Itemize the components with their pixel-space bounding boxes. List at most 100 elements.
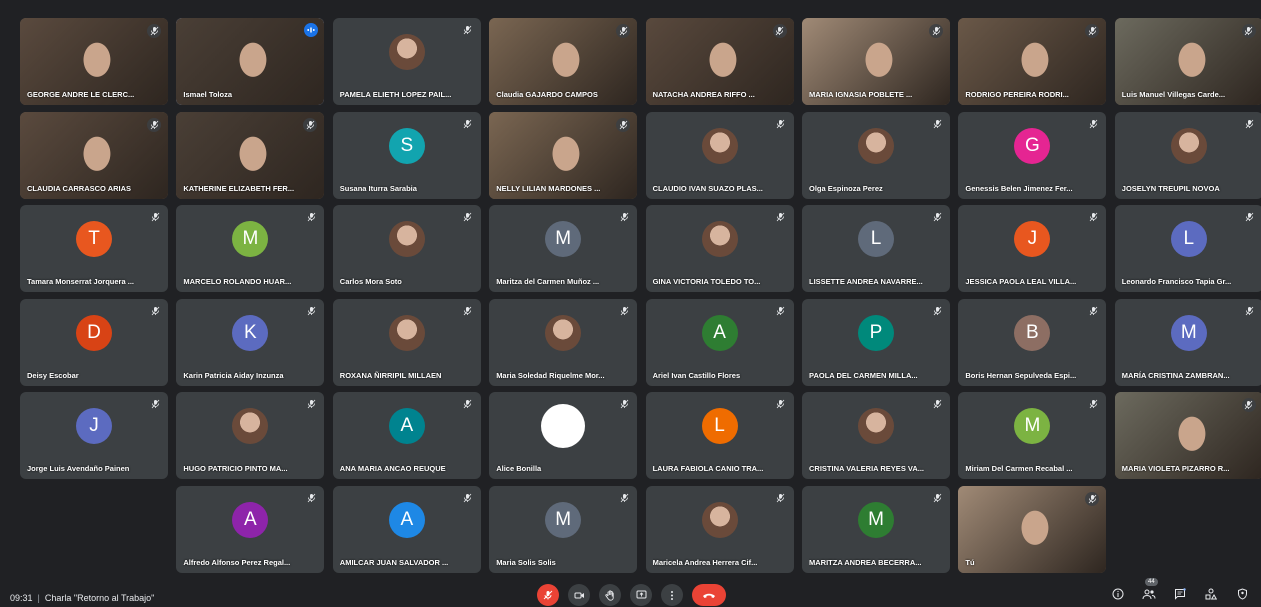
participant-tile[interactable]: GEORGE ANDRE LE CLERC... <box>20 18 168 105</box>
participant-tile[interactable]: A Ariel Ivan Castillo Flores <box>645 298 794 386</box>
activities-icon <box>1205 588 1217 600</box>
mic-off-icon <box>931 211 943 223</box>
microphone-button[interactable] <box>537 584 559 606</box>
leave-call-button[interactable] <box>692 584 726 606</box>
mic-off-icon <box>1241 24 1256 38</box>
participant-tile[interactable]: S Susana Iturra Sarabia <box>332 111 481 199</box>
info-icon <box>1112 588 1124 600</box>
avatar: A <box>388 408 425 444</box>
participant-tile[interactable]: Maria Soledad Riquelme Mor... <box>489 298 638 386</box>
participant-tile[interactable]: PAMELA ELIETH LOPEZ PAIL... <box>332 18 481 105</box>
mic-off-icon <box>462 118 474 130</box>
mic-off-icon <box>931 492 943 504</box>
participant-tile[interactable]: Olga Espinoza Perez <box>802 111 950 199</box>
participant-tile[interactable]: D Deisy Escobar <box>20 298 168 386</box>
participant-name: Maria Soledad Riquelme Mor... <box>496 370 605 380</box>
participant-tile[interactable]: M MARCELO ROLANDO HUAR... <box>176 205 325 292</box>
participant-tile[interactable]: B Boris Hernan Sepulveda Espi... <box>958 298 1107 386</box>
avatar: S <box>388 127 425 164</box>
participant-name: CRISTINA VALERIA REYES VA... <box>809 464 925 473</box>
participant-tile[interactable]: MARIA IGNASIA POBLETE ... <box>802 18 950 105</box>
participant-tile[interactable]: Maricela Andrea Herrera Cif... <box>645 485 794 573</box>
side-panel-icons: 44 <box>1109 578 1251 603</box>
participant-tile[interactable]: ROXANA ÑIRRIPIL MILLAEN <box>332 298 481 386</box>
avatar: P <box>858 314 894 351</box>
participant-tile[interactable]: G Genessis Belen Jimenez Fer... <box>958 111 1107 199</box>
participants-button[interactable]: 44 <box>1140 578 1158 603</box>
participant-tile[interactable]: J JESSICA PAOLA LEAL VILLA... <box>958 205 1107 292</box>
present-screen-button[interactable] <box>630 584 652 606</box>
participant-tile[interactable]: NATACHA ANDREA RIFFO ... <box>645 18 794 105</box>
mic-off-icon <box>462 24 474 36</box>
participant-tile[interactable]: L LAURA FABIOLA CANIO TRA... <box>645 392 794 479</box>
participant-name: CLAUDIA CARRASCO ARIAS <box>27 183 132 193</box>
mic-off-icon <box>1085 491 1100 506</box>
chat-button[interactable] <box>1171 585 1189 603</box>
participant-name: NELLY LILIAN MARDONES ... <box>496 183 601 193</box>
participant-tile[interactable]: Alice Bonilla <box>489 392 638 479</box>
meeting-title: Charla "Retorno al Trabajo" <box>44 593 155 603</box>
participant-tile[interactable]: L Leonardo Francisco Tapia Gr... <box>1114 205 1261 292</box>
more-options-button[interactable] <box>661 584 683 606</box>
mic-off-icon <box>147 24 161 38</box>
mic-off-icon <box>303 117 318 132</box>
participant-tile[interactable]: CRISTINA VALERIA REYES VA... <box>802 392 950 479</box>
participant-tile[interactable]: M MARITZA ANDREA BECERRA... <box>802 485 950 573</box>
participant-tile[interactable]: A Alfredo Alfonso Perez Regal... <box>176 485 325 573</box>
mic-off-icon <box>1087 305 1099 317</box>
avatar: M <box>858 501 894 538</box>
participant-tile[interactable]: Luis Manuel Villegas Carde... <box>1114 18 1261 105</box>
participant-tile[interactable]: CLAUDIA CARRASCO ARIAS <box>20 111 168 199</box>
camera-button[interactable] <box>568 584 590 606</box>
participant-tile[interactable]: A ANA MARIA ANCAO REUQUE <box>332 392 481 479</box>
mic-off-icon <box>775 305 787 317</box>
participant-tile[interactable]: T Tamara Monserrat Jorquera ... <box>20 205 168 292</box>
avatar <box>388 221 425 257</box>
participant-name: Alfredo Alfonso Perez Regal... <box>183 557 291 567</box>
participant-tile[interactable]: Claudia GAJARDO CAMPOS <box>489 18 638 105</box>
participant-tile[interactable]: Ismael Toloza <box>176 18 325 105</box>
participant-name: PAOLA DEL CARMEN MILLA... <box>809 370 918 380</box>
mic-off-icon <box>149 398 161 410</box>
people-icon <box>1142 589 1156 600</box>
participant-tile[interactable]: J Jorge Luis Avendaño Painen <box>20 392 168 479</box>
participant-tile[interactable]: KATHERINE ELIZABETH FER... <box>176 111 325 199</box>
avatar: D <box>76 314 112 351</box>
participant-name: Ismael Toloza <box>183 90 233 99</box>
participant-tile[interactable]: Carlos Mora Soto <box>332 205 481 292</box>
mic-off-icon <box>775 398 787 410</box>
activities-button[interactable] <box>1202 585 1220 603</box>
meeting-details-button[interactable] <box>1109 585 1127 603</box>
mic-off-icon <box>772 24 787 38</box>
participant-tile[interactable]: HUGO PATRICIO PINTO MA... <box>176 392 325 479</box>
participant-tile[interactable]: M Miriam Del Carmen Recabal ... <box>958 392 1107 479</box>
avatar <box>1170 127 1207 164</box>
participant-tile[interactable]: GINA VICTORIA TOLEDO TO... <box>645 205 794 292</box>
avatar: M <box>545 501 582 538</box>
participant-count-badge: 44 <box>1145 578 1158 586</box>
avatar: M <box>232 221 269 257</box>
mic-off-icon <box>616 117 631 132</box>
participant-tile[interactable]: NELLY LILIAN MARDONES ... <box>489 111 638 199</box>
participant-tile[interactable]: CLAUDIO IVAN SUAZO PLAS... <box>645 111 794 199</box>
participant-name: Alice Bonilla <box>496 464 542 473</box>
participant-tile[interactable]: A AMILCAR JUAN SALVADOR ... <box>332 485 481 573</box>
participant-tile[interactable]: M MARÍA CRISTINA ZAMBRAN... <box>1114 298 1261 386</box>
mic-off-icon <box>775 211 787 223</box>
participant-tile[interactable]: L LISSETTE ANDREA NAVARRE... <box>802 205 950 292</box>
participant-tile[interactable]: MARIA VIOLETA PIZARRO R... <box>1114 392 1261 479</box>
participant-tile[interactable]: RODRIGO PEREIRA RODRI... <box>958 18 1107 105</box>
participant-tile[interactable]: M Maritza del Carmen Muñoz ... <box>489 205 638 292</box>
host-controls-button[interactable] <box>1233 585 1251 603</box>
participant-tile[interactable]: JOSELYN TREUPIL NOVOA <box>1114 111 1261 199</box>
participant-tile[interactable]: M Maria Solis Solis <box>489 485 638 573</box>
participant-tile[interactable]: Tú <box>958 485 1107 573</box>
avatar <box>858 408 894 444</box>
avatar: J <box>1014 221 1051 257</box>
avatar: G <box>1014 127 1051 164</box>
participant-tile[interactable]: P PAOLA DEL CARMEN MILLA... <box>802 298 950 386</box>
raise-hand-button[interactable] <box>599 584 621 606</box>
participant-name: GINA VICTORIA TOLEDO TO... <box>652 277 761 286</box>
participant-name: AMILCAR JUAN SALVADOR ... <box>339 557 449 567</box>
participant-tile[interactable]: K Karin Patricia Aiday Inzunza <box>176 298 325 386</box>
